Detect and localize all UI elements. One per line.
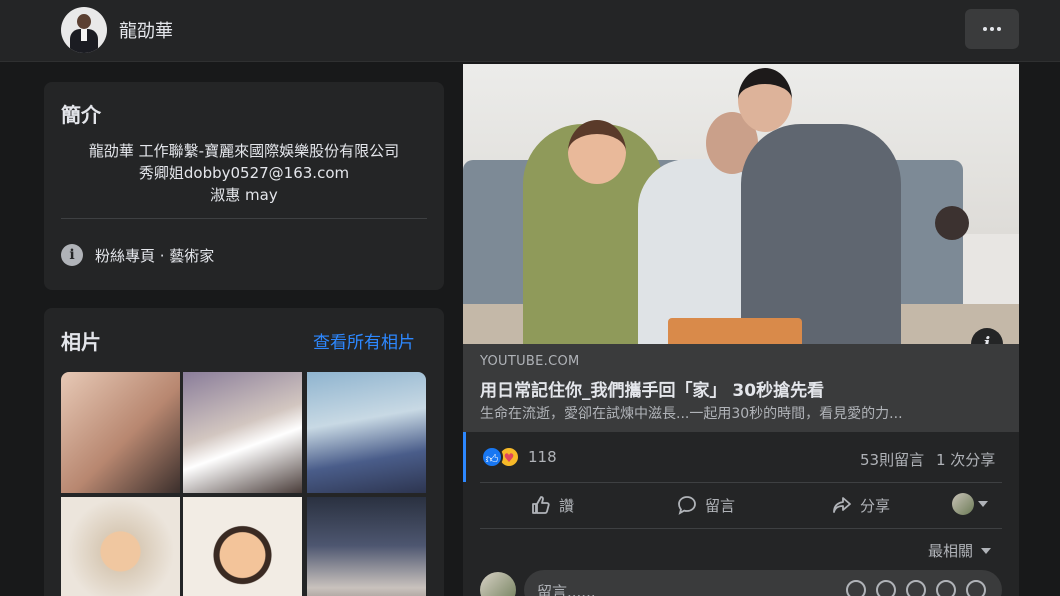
avatar-shirt-shape bbox=[81, 29, 87, 41]
share-icon bbox=[833, 497, 851, 513]
video-thumbnail[interactable]: i bbox=[463, 64, 1019, 344]
emoji-icon[interactable] bbox=[876, 580, 896, 596]
comment-tools bbox=[846, 580, 986, 596]
sort-label: 最相關 bbox=[928, 542, 974, 560]
more-options-button[interactable] bbox=[965, 9, 1019, 49]
actions-divider-bottom bbox=[480, 528, 1002, 529]
intro-divider bbox=[61, 218, 427, 219]
share-count-link[interactable]: 1 次分享 bbox=[936, 449, 995, 470]
link-domain: YOUTUBE.COM bbox=[480, 354, 580, 369]
intro-bio: 龍劭華 工作聯繫-寶麗來國際娛樂股份有限公司 秀卿姐dobby0527@163.… bbox=[44, 140, 444, 206]
comment-button[interactable]: 留言 bbox=[677, 492, 735, 518]
reaction-count: 118 bbox=[528, 448, 557, 466]
thumbs-up-icon bbox=[532, 496, 550, 514]
comment-count-link[interactable]: 53則留言 bbox=[860, 449, 924, 470]
like-button[interactable]: 讚 bbox=[531, 492, 574, 518]
sticker-icon[interactable] bbox=[966, 580, 986, 596]
post-as-selector[interactable] bbox=[952, 493, 988, 515]
page-name[interactable]: 龍劭華 bbox=[119, 17, 173, 43]
profile-avatar-small bbox=[952, 493, 974, 515]
post-card: i YOUTUBE.COM 用日常記住你_我們攜手回「家」 30秒搶先看 生命在… bbox=[463, 64, 1019, 596]
hero-tissue-box bbox=[668, 318, 802, 344]
hero-person-son-head bbox=[738, 68, 792, 132]
photos-title: 相片 bbox=[61, 330, 101, 354]
hero-person-father bbox=[638, 159, 758, 344]
hero-lamp bbox=[935, 206, 969, 240]
photos-card: 相片 查看所有相片 bbox=[44, 308, 444, 596]
like-reaction-icon: 👍︎ bbox=[481, 446, 503, 468]
share-button[interactable]: 分享 bbox=[832, 492, 890, 518]
page-header: 龍劭華 bbox=[0, 0, 1060, 62]
comment-label: 留言 bbox=[705, 496, 736, 515]
bio-line: 龍劭華 工作聯繫-寶麗來國際娛樂股份有限公司 bbox=[88, 142, 400, 160]
page-avatar[interactable] bbox=[61, 7, 107, 53]
actions-divider-top bbox=[480, 482, 1002, 483]
avatar-head-shape bbox=[77, 14, 91, 29]
photo-thumbnail[interactable] bbox=[183, 372, 302, 493]
like-label: 讚 bbox=[559, 496, 575, 515]
comment-placeholder: 留言...... bbox=[537, 583, 596, 596]
chevron-down-icon bbox=[981, 547, 992, 554]
commenter-avatar bbox=[480, 572, 516, 596]
hero-person-son bbox=[741, 124, 901, 344]
reactions-summary[interactable]: 👍︎ ♥ 118 bbox=[481, 446, 557, 468]
see-all-photos-link[interactable]: 查看所有相片 bbox=[313, 328, 415, 353]
accent-bar bbox=[463, 432, 466, 482]
share-label: 分享 bbox=[860, 496, 891, 515]
photo-thumbnail[interactable] bbox=[61, 497, 180, 596]
info-icon: i bbox=[61, 244, 83, 266]
comment-input[interactable]: 留言...... bbox=[524, 570, 1002, 596]
photo-thumbnail[interactable] bbox=[307, 497, 426, 596]
intro-title: 簡介 bbox=[61, 103, 101, 127]
photo-thumbnail[interactable] bbox=[307, 372, 426, 493]
avatar-sticker-icon[interactable] bbox=[846, 580, 866, 596]
comment-sort-dropdown[interactable]: 最相關 bbox=[928, 540, 992, 561]
camera-icon[interactable] bbox=[906, 580, 926, 596]
link-description: 生命在流逝，愛卻在試煉中滋長...一起用30秒的時間，看見愛的力... bbox=[480, 406, 903, 422]
bio-line: 秀卿姐dobby0527@163.com bbox=[138, 164, 350, 182]
link-preview[interactable]: YOUTUBE.COM 用日常記住你_我們攜手回「家」 30秒搶先看 生命在流逝… bbox=[463, 344, 1019, 432]
link-title[interactable]: 用日常記住你_我們攜手回「家」 30秒搶先看 bbox=[480, 376, 824, 401]
page-category: 粉絲專頁 · 藝術家 bbox=[95, 247, 215, 265]
photo-thumbnail[interactable] bbox=[183, 497, 302, 596]
intro-card: 簡介 龍劭華 工作聯繫-寶麗來國際娛樂股份有限公司 秀卿姐dobby0527@1… bbox=[44, 82, 444, 290]
hero-person-woman-head bbox=[568, 120, 626, 184]
photo-thumbnail[interactable] bbox=[61, 372, 180, 493]
gif-icon[interactable] bbox=[936, 580, 956, 596]
chevron-down-icon bbox=[978, 501, 988, 507]
bio-line: 淑惠 may bbox=[210, 186, 278, 204]
comment-icon bbox=[678, 496, 696, 515]
more-options-icon bbox=[983, 27, 1001, 31]
